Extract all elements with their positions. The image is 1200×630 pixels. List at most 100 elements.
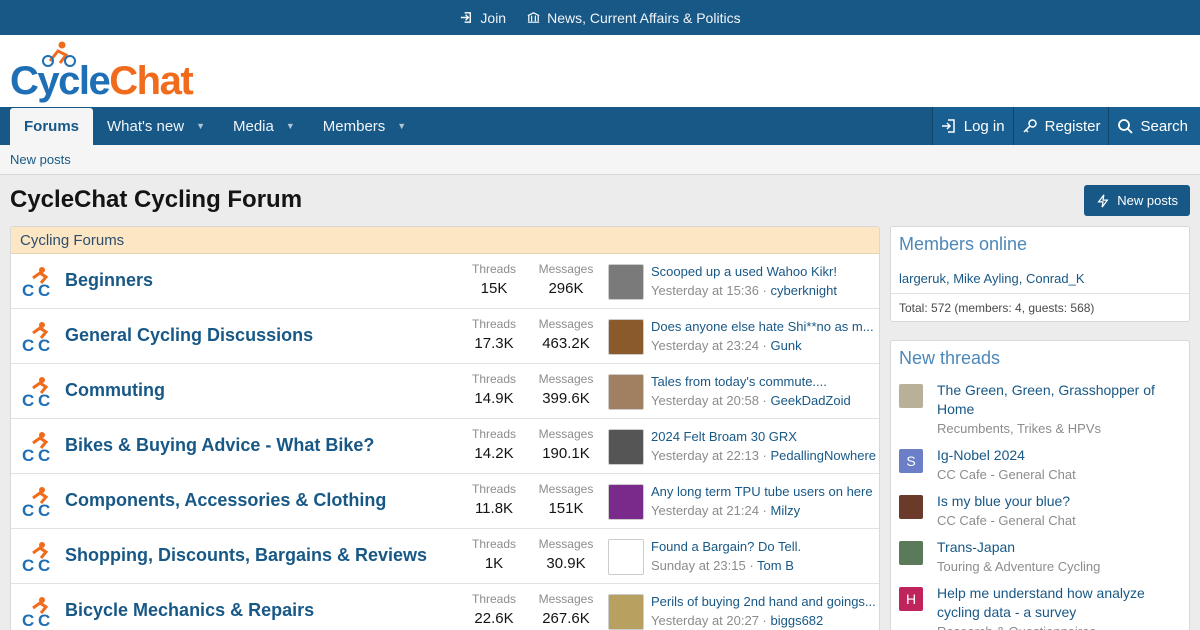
latest-time[interactable]: Yesterday at 20:58 [651, 393, 759, 408]
latest-time[interactable]: Yesterday at 22:13 [651, 448, 759, 463]
new-posts-link[interactable]: New posts [10, 152, 71, 167]
latest-thread-link[interactable]: Found a Bargain? Do Tell. [651, 539, 876, 554]
latest-meta: Yesterday at 21:24 · Milzy [651, 503, 801, 518]
new-thread-item: Trans-Japan Touring & Adventure Cycling [899, 538, 1181, 576]
latest-user[interactable]: Milzy [771, 503, 801, 518]
svg-text:C: C [22, 446, 34, 463]
tab-forums[interactable]: Forums [10, 108, 94, 145]
svg-text:C: C [38, 391, 50, 408]
logo-wordmark: CycleChat [10, 59, 194, 103]
latest-thread-link[interactable]: Tales from today's commute.... [651, 374, 876, 389]
forum-icon: C C [22, 487, 50, 518]
messages-stat: Messages 30.9K [538, 537, 594, 572]
latest-post-avatar[interactable] [608, 264, 644, 300]
threads-stat: Threads 14.2K [471, 427, 517, 462]
top-bar: Join News, Current Affairs & Politics [0, 0, 1200, 35]
latest-user[interactable]: PedallingNowhere [771, 448, 877, 463]
members-online-title[interactable]: Members online [891, 227, 1189, 255]
messages-stat: Messages 296K [538, 262, 594, 297]
latest-post-avatar[interactable] [608, 539, 644, 575]
svg-text:C: C [38, 336, 50, 353]
new-thread-forum[interactable]: CC Cafe - General Chat [937, 511, 1181, 530]
page-title: CycleChat Cycling Forum [10, 186, 303, 213]
thread-avatar[interactable]: S [899, 449, 923, 473]
online-user[interactable]: largeruk [899, 271, 946, 286]
new-thread-forum[interactable]: Research & Questionnaires [937, 622, 1181, 630]
tab-media[interactable]: Media ▼ [219, 107, 309, 145]
online-user[interactable]: Conrad_K [1026, 271, 1085, 286]
latest-post-avatar[interactable] [608, 319, 644, 355]
new-thread-title[interactable]: Help me understand how analyze cycling d… [937, 584, 1181, 622]
forum-title[interactable]: Shopping, Discounts, Bargains & Reviews [65, 545, 427, 566]
new-posts-button[interactable]: New posts [1084, 185, 1190, 216]
latest-thread-link[interactable]: Does anyone else hate Shi**no as m... [651, 319, 876, 334]
thread-avatar[interactable] [899, 384, 923, 408]
forum-title[interactable]: Beginners [65, 270, 153, 291]
tab-whats-new[interactable]: What's new ▼ [93, 107, 219, 145]
new-thread-title[interactable]: The Green, Green, Grasshopper of Home [937, 381, 1181, 419]
latest-post-avatar[interactable] [608, 374, 644, 410]
thread-avatar[interactable] [899, 495, 923, 519]
latest-thread-link[interactable]: Perils of buying 2nd hand and goings... [651, 594, 876, 609]
messages-stat: Messages 190.1K [538, 427, 594, 462]
latest-user[interactable]: GeekDadZoid [771, 393, 851, 408]
latest-meta: Sunday at 23:15 · Tom B [651, 558, 794, 573]
latest-thread-link[interactable]: Scooped up a used Wahoo Kikr! [651, 264, 876, 279]
forum-title[interactable]: General Cycling Discussions [65, 325, 313, 346]
latest-post-avatar[interactable] [608, 594, 644, 630]
register-button[interactable]: Register [1012, 107, 1109, 145]
latest-user[interactable]: Tom B [757, 558, 794, 573]
forum-title[interactable]: Components, Accessories & Clothing [65, 490, 386, 511]
bolt-icon [1097, 194, 1109, 207]
latest-user[interactable]: biggs682 [771, 613, 824, 628]
latest-time[interactable]: Yesterday at 15:36 [651, 283, 759, 298]
latest-meta: Yesterday at 23:24 · Gunk [651, 338, 802, 353]
latest-time[interactable]: Yesterday at 21:24 [651, 503, 759, 518]
cyclechat-logo[interactable]: CycleChat [10, 41, 194, 103]
latest-time[interactable]: Yesterday at 23:24 [651, 338, 759, 353]
site-header: CycleChat [0, 35, 1200, 107]
thread-avatar[interactable]: H [899, 587, 923, 611]
sub-nav: New posts [0, 145, 1200, 175]
latest-time[interactable]: Yesterday at 20:27 [651, 613, 759, 628]
forum-node: C C Components, Accessories & Clothing T… [11, 474, 879, 529]
forum-title[interactable]: Commuting [65, 380, 165, 401]
latest-meta: Yesterday at 15:36 · cyberknight [651, 283, 837, 298]
latest-time[interactable]: Sunday at 23:15 [651, 558, 746, 573]
new-thread-forum[interactable]: Touring & Adventure Cycling [937, 557, 1181, 576]
latest-user[interactable]: cyberknight [771, 283, 837, 298]
join-link[interactable]: Join [459, 10, 506, 26]
chevron-down-icon[interactable]: ▼ [286, 121, 295, 131]
forum-list: Cycling Forums C C Beginners Threads 15K… [10, 226, 880, 630]
messages-stat: Messages 463.2K [538, 317, 594, 352]
latest-post-avatar[interactable] [608, 484, 644, 520]
threads-stat: Threads 22.6K [471, 592, 517, 627]
news-link[interactable]: News, Current Affairs & Politics [526, 9, 741, 26]
forum-icon: C C [22, 267, 50, 298]
latest-user[interactable]: Gunk [771, 338, 802, 353]
tab-members[interactable]: Members ▼ [309, 107, 420, 145]
chevron-down-icon[interactable]: ▼ [196, 121, 205, 131]
forum-title[interactable]: Bikes & Buying Advice - What Bike? [65, 435, 374, 456]
latest-thread-link[interactable]: Any long term TPU tube users on here [651, 484, 876, 499]
new-thread-title[interactable]: Ig-Nobel 2024 [937, 446, 1181, 465]
new-thread-title[interactable]: Trans-Japan [937, 538, 1181, 557]
svg-text:C: C [22, 611, 34, 628]
forum-icon: C C [22, 597, 50, 628]
forum-node: C C General Cycling Discussions Threads … [11, 309, 879, 364]
new-thread-title[interactable]: Is my blue your blue? [937, 492, 1181, 511]
forum-node: C C Shopping, Discounts, Bargains & Revi… [11, 529, 879, 584]
forum-title[interactable]: Bicycle Mechanics & Repairs [65, 600, 314, 621]
new-thread-forum[interactable]: Recumbents, Trikes & HPVs [937, 419, 1181, 438]
latest-post-avatar[interactable] [608, 429, 644, 465]
search-button[interactable]: Search [1108, 107, 1200, 145]
thread-avatar[interactable] [899, 541, 923, 565]
chevron-down-icon[interactable]: ▼ [397, 121, 406, 131]
new-thread-forum[interactable]: CC Cafe - General Chat [937, 465, 1181, 484]
latest-thread-link[interactable]: 2024 Felt Broam 30 GRX [651, 429, 876, 444]
online-user[interactable]: Mike Ayling [953, 271, 1019, 286]
news-label: News, Current Affairs & Politics [547, 9, 741, 26]
new-threads-title[interactable]: New threads [891, 341, 1189, 369]
category-header[interactable]: Cycling Forums [11, 227, 879, 254]
login-button[interactable]: Log in [931, 107, 1013, 145]
